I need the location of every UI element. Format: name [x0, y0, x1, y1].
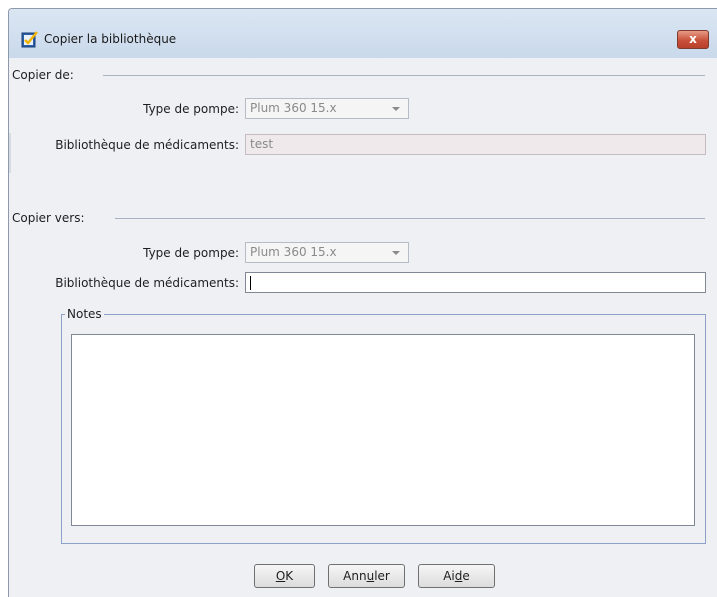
chevron-down-icon: [392, 107, 400, 111]
copy-from-library-field[interactable]: test: [245, 134, 706, 155]
notes-legend: Notes: [65, 307, 104, 321]
dialog-title: Copier la bibliothèque: [44, 32, 177, 46]
help-button[interactable]: Aide: [418, 564, 495, 588]
copy-from-library-label: Bibliothèque de médicaments:: [55, 138, 239, 152]
text-caret: [250, 276, 251, 290]
copy-from-pump-type-label: Type de pompe:: [143, 102, 239, 116]
help-button-label-post: e: [462, 569, 470, 583]
cancel-button-label-post: ler: [374, 569, 390, 583]
chevron-down-icon: [392, 251, 400, 255]
ok-button-label-post: K: [285, 569, 294, 583]
copy-from-divider: [103, 75, 705, 76]
copy-from-pump-type-value: Plum 360 15.x: [250, 101, 337, 115]
copy-from-section-label: Copier de:: [12, 68, 74, 82]
ok-button[interactable]: OK: [254, 564, 315, 588]
copy-library-dialog: Copier la bibliothèque x Copier de: Type…: [8, 8, 717, 597]
copy-to-pump-type-value: Plum 360 15.x: [250, 245, 337, 259]
copy-from-pump-type-combo[interactable]: Plum 360 15.x: [245, 98, 409, 119]
copy-to-pump-type-label: Type de pompe:: [143, 246, 239, 260]
copy-to-library-label: Bibliothèque de médicaments:: [55, 276, 239, 290]
copy-to-library-input[interactable]: [245, 272, 706, 293]
close-button[interactable]: x: [677, 30, 709, 49]
close-icon: x: [689, 32, 697, 46]
copy-to-section-label: Copier vers:: [12, 211, 85, 225]
checked-document-icon: [21, 31, 38, 48]
notes-textarea[interactable]: [71, 334, 695, 526]
help-button-label-pre: Ai: [443, 569, 455, 583]
copy-from-library-value: test: [250, 137, 274, 151]
cancel-button-label-pre: Ann: [343, 569, 367, 583]
cancel-button[interactable]: Annuler: [328, 564, 405, 588]
title-bar[interactable]: Copier la bibliothèque x: [9, 9, 717, 58]
ok-button-mnemonic: O: [275, 569, 286, 583]
copy-to-pump-type-combo[interactable]: Plum 360 15.x: [245, 242, 409, 263]
copy-to-divider: [115, 218, 705, 219]
